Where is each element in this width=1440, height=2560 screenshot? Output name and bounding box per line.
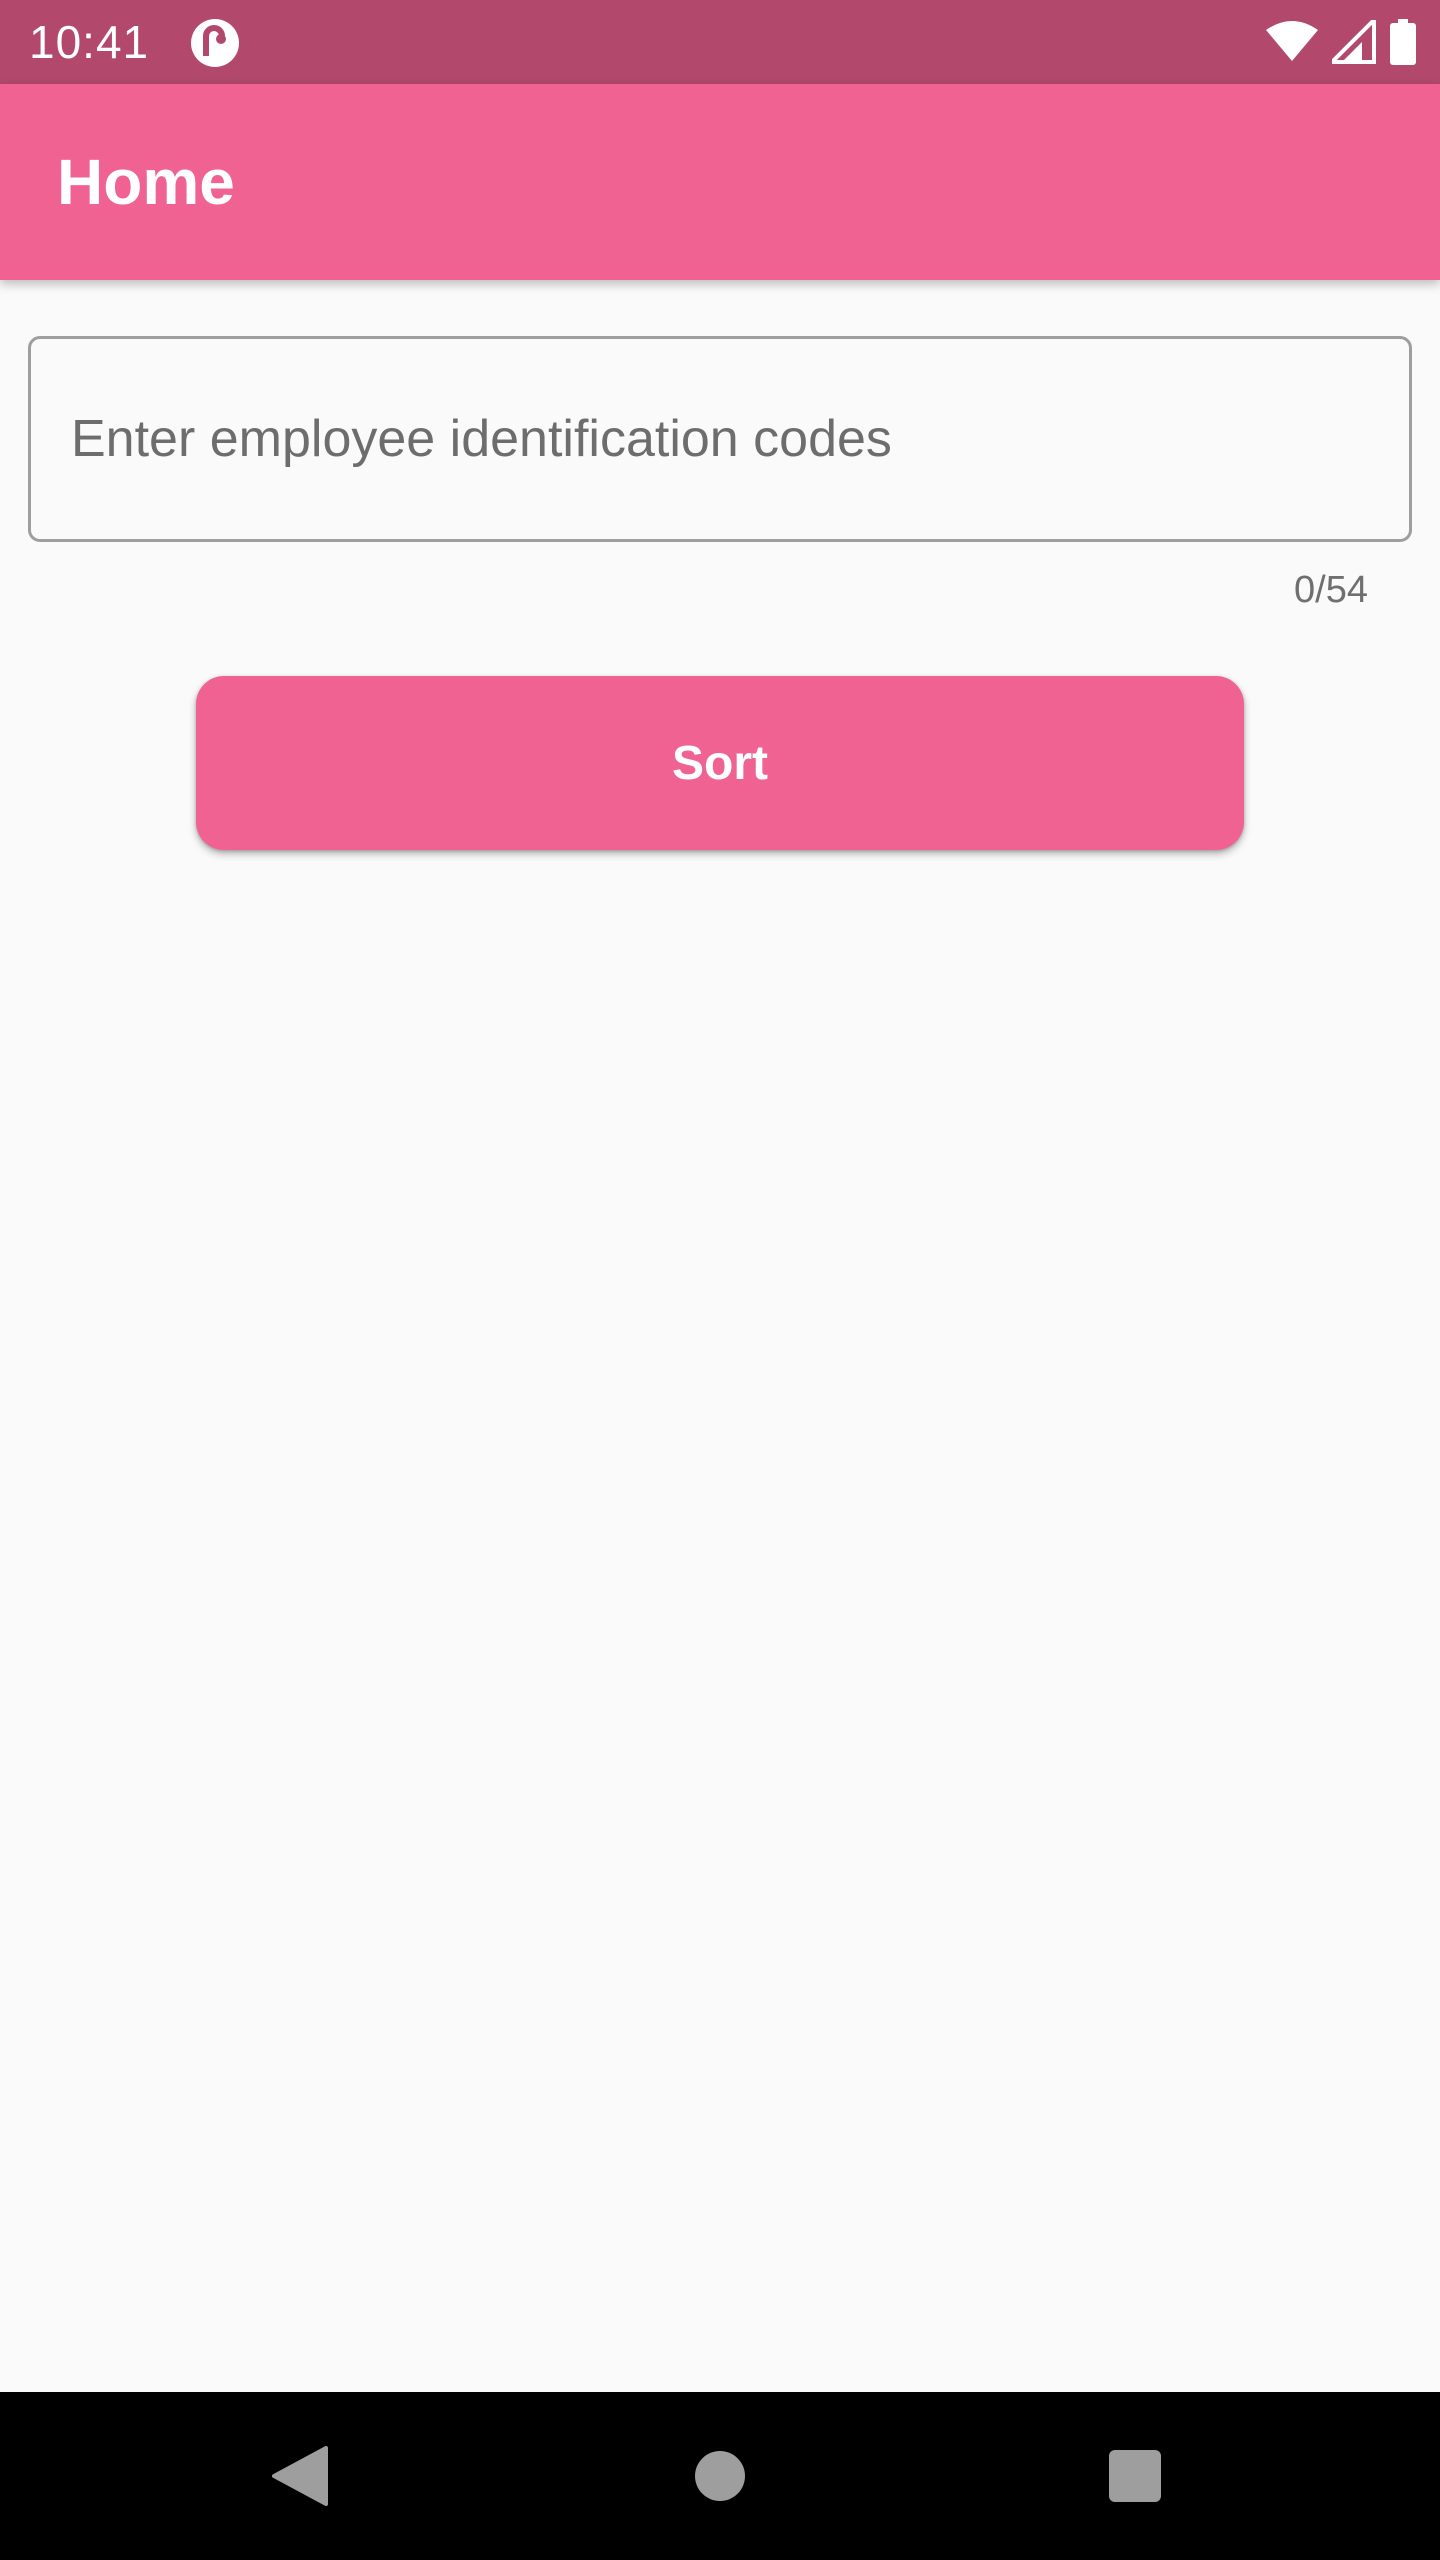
status-bar: 10:41 [0, 0, 1440, 84]
character-counter: 0/54 [1294, 569, 1368, 611]
main-content: 0/54 Sort [0, 280, 1440, 2392]
app-bar: Home [0, 84, 1440, 280]
navigation-bar [0, 2392, 1440, 2560]
status-icons [1266, 18, 1416, 66]
page-title: Home [57, 146, 235, 218]
signal-icon [1332, 20, 1376, 64]
employee-codes-field[interactable] [28, 336, 1412, 542]
back-icon[interactable] [272, 2446, 328, 2506]
home-icon[interactable] [695, 2451, 745, 2501]
notification-app-icon [191, 19, 239, 67]
employee-codes-input[interactable] [71, 339, 1361, 539]
battery-icon [1390, 19, 1416, 65]
sort-button[interactable]: Sort [196, 676, 1244, 850]
wifi-icon [1266, 21, 1318, 61]
status-time: 10:41 [29, 16, 150, 68]
recents-icon[interactable] [1109, 2450, 1161, 2502]
